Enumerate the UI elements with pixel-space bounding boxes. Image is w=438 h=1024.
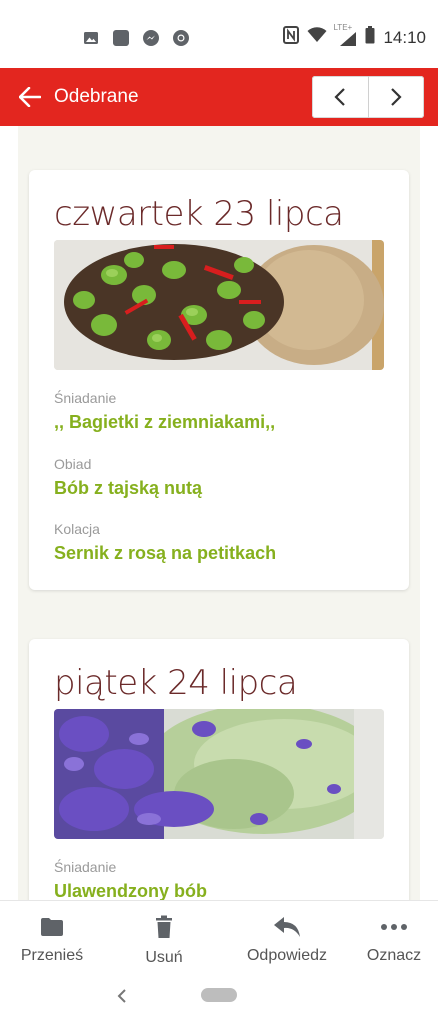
folder-icon [40,913,64,941]
trash-icon [155,913,173,941]
back-button[interactable] [16,83,44,111]
delete-button[interactable]: Usuń [134,901,194,969]
battery-icon [365,26,375,49]
lavender-spread-photo [54,709,384,839]
notification-icons [82,29,190,47]
status-bar: LTE+ 14:10 [0,0,438,68]
chrome-icon [172,29,190,47]
reply-label: Odpowiedz [246,947,328,964]
meal-label: Śniadanie [54,390,117,406]
card-date: czwartek 23 lipca [54,194,344,234]
meal-name-link[interactable]: ,, Bagietki z ziemniakami,, [54,412,275,433]
chevron-left-icon [117,989,126,1003]
meal-photo[interactable] [54,240,384,370]
move-button[interactable]: Przenieś [14,901,90,969]
mark-button[interactable]: Oznacz [360,901,428,969]
menu-card: czwartek 23 lipca Śniadanie ,, Bagietki … [29,170,409,590]
nfc-icon [283,26,300,49]
more-dots-icon [380,913,408,941]
reply-icon [273,913,301,941]
system-status: LTE+ 14:10 [283,23,426,49]
image-icon [82,29,100,47]
system-back-button[interactable] [112,984,132,1008]
meal-name-link[interactable]: Bób z tajską nutą [54,478,202,499]
system-navigation-bar [0,968,438,1024]
meal-name-link[interactable]: Sernik z rosą na petitkach [54,543,276,564]
reply-button[interactable]: Odpowiedz [240,901,334,969]
wifi-icon [307,27,327,48]
arrow-left-icon [19,87,41,107]
home-pill[interactable] [201,988,237,1002]
meal-label: Śniadanie [54,859,117,875]
chevron-right-icon [391,88,402,106]
fava-beans-photo [54,240,384,370]
message-body[interactable]: czwartek 23 lipca Śniadanie ,, Bagietki … [18,126,420,900]
app-square-icon [112,29,130,47]
next-message-button[interactable] [367,76,425,118]
card-date: piątek 24 lipca [54,663,298,703]
signal-icon: LTE+ [333,23,357,47]
meal-label: Obiad [54,456,92,472]
chevron-left-icon [334,88,345,106]
delete-label: Usuń [145,949,183,966]
message-navigation [312,76,424,118]
menu-card: piątek 24 lipca Śniadanie Ulawendzony bó… [29,639,409,900]
previous-message-button[interactable] [312,76,368,118]
mark-label: Oznacz [366,947,422,964]
bottom-action-bar: Przenieś Usuń Odpowiedz Oznacz [0,900,438,969]
folder-title: Odebrane [54,86,139,107]
meal-photo[interactable] [54,709,384,839]
clock: 14:10 [383,27,426,47]
meal-name-link[interactable]: Ulawendzony bób [54,881,207,900]
move-label: Przenieś [20,947,84,964]
meal-label: Kolacja [54,521,100,537]
messenger-icon [142,29,160,47]
